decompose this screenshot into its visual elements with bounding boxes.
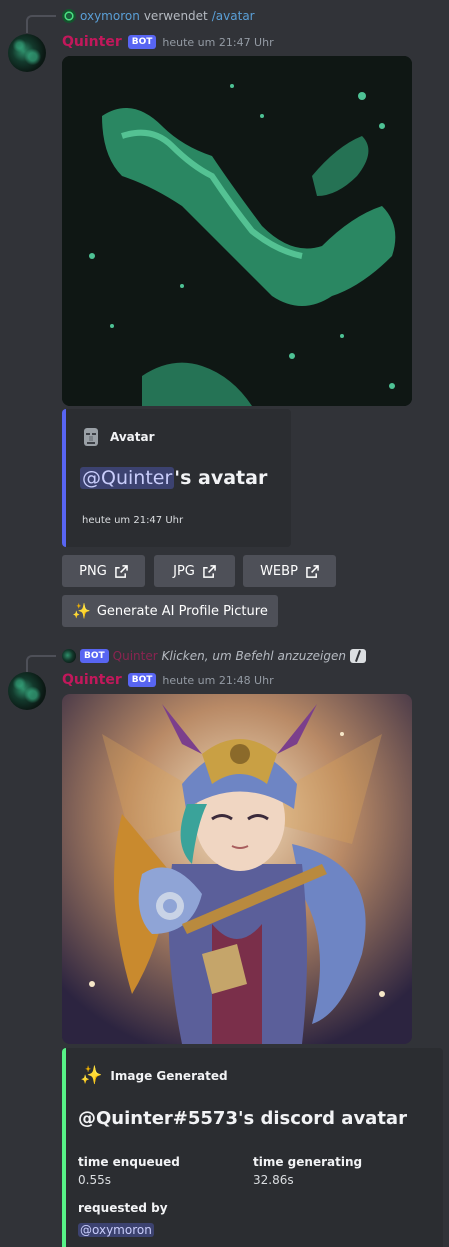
field-value: 0.55s	[78, 1173, 111, 1187]
embed-field-requested-by: requested by @oxymoron	[78, 1201, 168, 1238]
reply-connector	[26, 15, 56, 33]
avatar[interactable]	[8, 34, 46, 72]
jpg-button[interactable]: JPG	[154, 555, 235, 587]
green-splash-image	[62, 56, 412, 406]
sparkles-icon: ✨	[72, 602, 91, 620]
field-name: time generating	[253, 1155, 363, 1169]
field-name: requested by	[78, 1201, 168, 1215]
image-generated-embed: ✨ Image Generated @Quinter#5573's discor…	[62, 1048, 443, 1247]
reply-connector	[26, 655, 56, 673]
embed-field-time-generating: time generating 32.86s	[253, 1155, 362, 1187]
png-button[interactable]: PNG	[62, 555, 145, 587]
generate-button-label: Generate AI Profile Picture	[96, 603, 268, 619]
reply-command-hint[interactable]: Klicken, um Befehl anzuzeigen	[162, 649, 346, 663]
bot-badge: BOT	[127, 673, 157, 687]
embed-author-name: Image Generated	[110, 1068, 228, 1083]
moai-icon	[84, 428, 98, 446]
reply-command[interactable]: /avatar	[212, 9, 255, 23]
webp-button-label: WEBP	[260, 563, 298, 579]
reply-avatar-icon	[62, 649, 76, 663]
png-button-label: PNG	[79, 563, 107, 579]
message-timestamp: heute um 21:47 Uhr	[162, 35, 274, 49]
field-value: @oxymoron	[78, 1219, 168, 1238]
message-header: Quinter BOT heute um 21:48 Uhr	[62, 672, 274, 688]
bot-badge: BOT	[127, 35, 157, 49]
slash-command-icon	[349, 649, 366, 663]
anime-knight-image	[62, 694, 412, 1044]
avatar-embed: Avatar @Quinter's avatar heute um 21:47 …	[62, 409, 291, 547]
message-timestamp: heute um 21:48 Uhr	[162, 673, 274, 687]
embed-footer: heute um 21:47 Uhr	[82, 515, 184, 526]
external-link-icon	[114, 564, 128, 578]
reply-username[interactable]: Quinter	[113, 649, 158, 663]
user-mention[interactable]: @Quinter	[80, 467, 175, 489]
reply-preview[interactable]: BOT Quinter Klicken, um Befehl anzuzeige…	[62, 649, 366, 663]
generate-ai-profile-picture-button[interactable]: ✨ Generate AI Profile Picture	[62, 595, 278, 627]
author-username[interactable]: Quinter	[62, 34, 122, 50]
generated-avatar-image[interactable]	[62, 694, 412, 1044]
embed-title: @Quinter#5573's discord avatar	[78, 1108, 407, 1129]
external-link-icon	[306, 564, 319, 578]
jpg-button-label: JPG	[173, 563, 195, 579]
avatar-image[interactable]	[62, 56, 412, 406]
reply-action: verwendet	[143, 9, 208, 23]
field-value: 32.86s	[253, 1173, 294, 1187]
embed-field-time-enqueued: time enqueued 0.55s	[78, 1155, 180, 1187]
external-link-icon	[203, 564, 216, 578]
embed-author: Avatar	[82, 427, 155, 447]
embed-title: @Quinter's avatar	[80, 467, 267, 489]
reply-username[interactable]: oxymoron	[80, 9, 140, 23]
message-header: Quinter BOT heute um 21:47 Uhr	[62, 34, 274, 50]
embed-title-rest: 's avatar	[174, 467, 268, 489]
field-name: time enqueued	[78, 1155, 180, 1169]
embed-author-name: Avatar	[110, 430, 155, 444]
webp-button[interactable]: WEBP	[243, 555, 336, 587]
embed-author: ✨ Image Generated	[80, 1065, 228, 1086]
sparkles-icon: ✨	[80, 1065, 103, 1086]
author-username[interactable]: Quinter	[62, 672, 122, 688]
user-mention[interactable]: @oxymoron	[78, 1223, 154, 1237]
avatar[interactable]	[8, 672, 46, 710]
reply-preview[interactable]: oxymoron verwendet /avatar	[62, 9, 255, 23]
bot-badge: BOT	[80, 649, 109, 663]
command-user-avatar-icon	[62, 9, 76, 23]
